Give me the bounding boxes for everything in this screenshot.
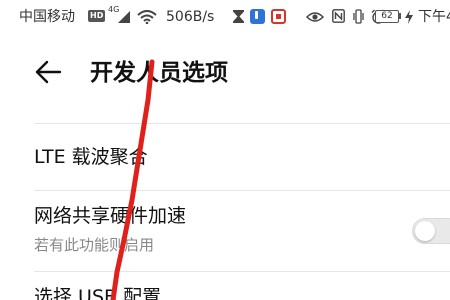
setting-title: 选择 USB 配置 <box>34 286 162 300</box>
carrier-name: 中国移动 <box>19 9 75 25</box>
setting-usb-configuration[interactable]: 选择 USB 配置 <box>0 272 450 300</box>
setting-tethering-hardware-acceleration[interactable]: 网络共享硬件加速 若有此功能则启用 <box>0 191 450 271</box>
app-notification-icon <box>250 9 265 24</box>
nfc-icon <box>332 9 345 23</box>
battery-tip <box>399 13 401 19</box>
battery-icon: 62 <box>375 10 399 23</box>
setting-title: LTE 载波聚合 <box>34 146 148 168</box>
signal-icon <box>118 11 130 23</box>
hourglass-icon <box>233 10 244 23</box>
setting-title: 网络共享硬件加速 <box>34 205 187 227</box>
status-bar: 中国移动 HD 4G 506B/s 62 下午4 <box>0 0 450 34</box>
tethering-acceleration-toggle[interactable] <box>412 218 450 244</box>
vibrate-icon <box>353 9 364 24</box>
page-title: 开发人员选项 <box>90 60 228 86</box>
net-speed: 506B/s <box>166 9 215 25</box>
clock: 下午4 <box>418 9 450 25</box>
app-notification-icon <box>271 9 286 24</box>
setting-subtitle: 若有此功能则启用 <box>34 236 155 254</box>
arrow-left-icon[interactable] <box>32 58 62 86</box>
toggle-knob <box>415 221 435 241</box>
charging-icon <box>405 10 413 24</box>
setting-lte-carrier-aggregation[interactable]: LTE 载波聚合 <box>0 124 450 190</box>
wifi-icon <box>137 10 157 24</box>
eye-comfort-icon <box>306 12 324 22</box>
hd-badge: HD <box>88 10 106 22</box>
